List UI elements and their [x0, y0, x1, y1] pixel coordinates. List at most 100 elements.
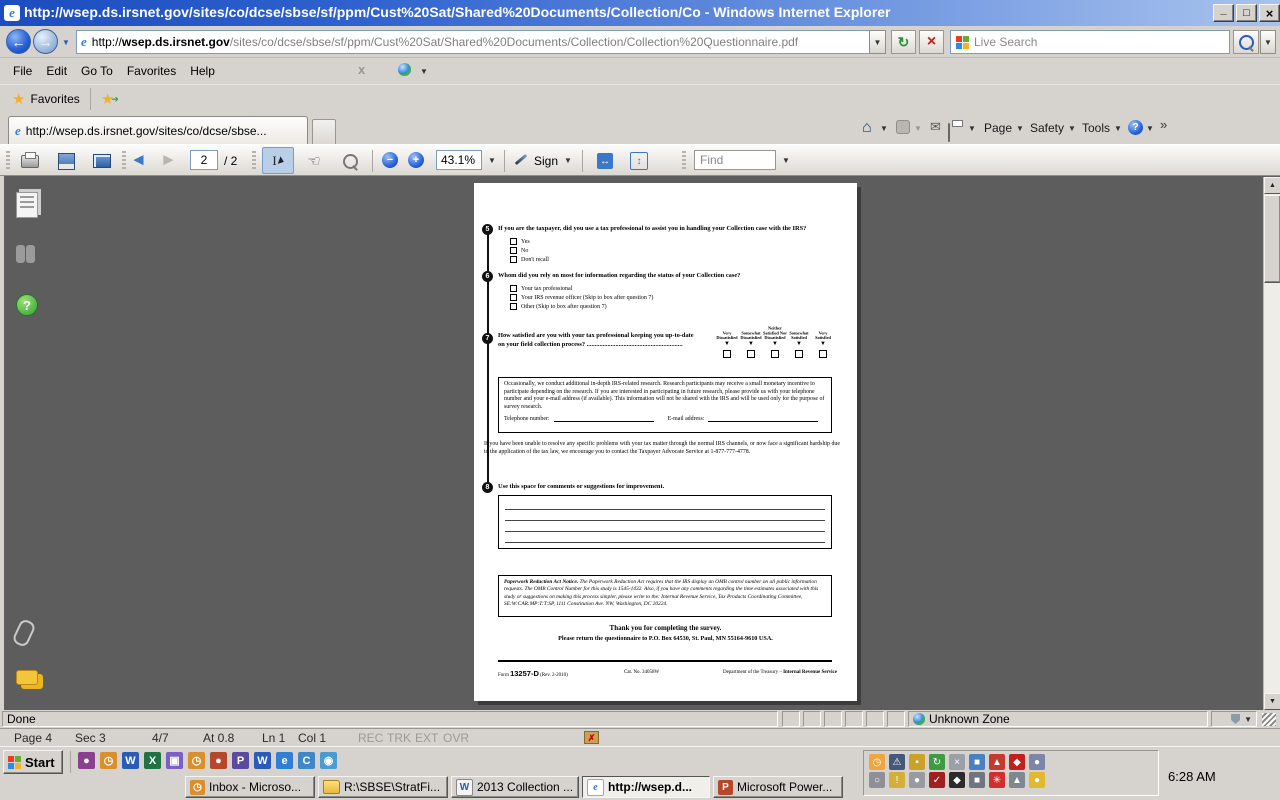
tray-snowflake-icon[interactable]: ✳ — [989, 772, 1005, 788]
tray-lock-icon[interactable]: ▪ — [909, 754, 925, 770]
page-menu-dropdown[interactable]: ▼ — [1016, 124, 1024, 133]
minimize-button[interactable]: _ — [1213, 4, 1234, 22]
tray-alert-icon[interactable]: ▲ — [989, 754, 1005, 770]
tray-volume-icon[interactable]: ○ — [869, 772, 885, 788]
tray-badge-icon[interactable]: ● — [1029, 772, 1045, 788]
new-tab-button[interactable] — [312, 119, 336, 144]
menu-file[interactable]: File — [6, 61, 39, 81]
previous-page-button[interactable]: ◄ — [130, 150, 147, 170]
menu-favorites[interactable]: Favorites — [120, 61, 183, 81]
stop-button[interactable]: × — [919, 30, 944, 54]
task-button-word[interactable]: W 2013 Collection ... — [451, 776, 579, 798]
ql-ie-icon[interactable]: e — [276, 752, 293, 769]
adobe-pdf-dropdown[interactable]: ▼ — [420, 67, 428, 76]
ql-communicator-icon[interactable]: ● — [78, 752, 95, 769]
task-button-folder[interactable]: R:\SBSE\StratFi... — [318, 776, 448, 798]
tab-current[interactable]: e http://wsep.ds.irsnet.gov/sites/co/dcs… — [8, 116, 308, 144]
ql-outlook-express-icon[interactable]: C — [298, 752, 315, 769]
tray-satellite-icon[interactable]: ▲ — [1009, 772, 1025, 788]
protected-mode-pane[interactable]: ▼ — [1211, 711, 1257, 727]
menu-help[interactable]: Help — [183, 61, 222, 81]
refresh-button[interactable]: ↻ — [891, 30, 916, 54]
safety-menu-dropdown[interactable]: ▼ — [1068, 124, 1076, 133]
task-button-inbox[interactable]: ◷ Inbox - Microso... — [185, 776, 315, 798]
scrollbar-thumb[interactable] — [1264, 195, 1280, 283]
ql-msn-icon[interactable]: ◉ — [320, 752, 337, 769]
safety-menu-button[interactable]: Safety — [1030, 121, 1064, 135]
feeds-dropdown[interactable]: ▼ — [914, 124, 922, 133]
sign-button[interactable]: Sign — [534, 154, 558, 168]
zoom-dropdown[interactable]: ▼ — [488, 156, 496, 165]
task-button-powerpoint[interactable]: P Microsoft Power... — [713, 776, 843, 798]
menu-edit[interactable]: Edit — [39, 61, 74, 81]
reader-help-icon[interactable]: ? — [16, 294, 38, 316]
resize-grip[interactable] — [1262, 713, 1276, 726]
tray-sync-icon[interactable]: ↻ — [929, 754, 945, 770]
adobe-pdf-toolbar-icon[interactable] — [398, 63, 411, 76]
bookmarks-binoculars-icon[interactable] — [16, 245, 36, 268]
tray-display-icon[interactable]: ■ — [969, 772, 985, 788]
sign-dropdown[interactable]: ▼ — [564, 156, 572, 165]
address-dropdown-button[interactable]: ▼ — [869, 30, 886, 54]
read-mail-icon[interactable]: ✉ — [930, 119, 941, 135]
ql-word-icon[interactable]: W — [122, 752, 139, 769]
ql-publisher-icon[interactable]: P — [232, 752, 249, 769]
tray-flame-icon[interactable]: ◆ — [1009, 754, 1025, 770]
tools-menu-dropdown[interactable]: ▼ — [1114, 124, 1122, 133]
search-options-dropdown[interactable]: ▼ — [1260, 30, 1276, 54]
attachments-paperclip-icon[interactable] — [11, 617, 37, 649]
print-icon[interactable] — [948, 123, 950, 142]
fit-page-button[interactable]: ↕ — [626, 148, 652, 174]
zoom-in-button[interactable]: + — [408, 152, 424, 168]
menu-goto[interactable]: Go To — [74, 61, 120, 81]
back-button[interactable]: ← — [6, 29, 31, 54]
pdf-print-button[interactable] — [16, 148, 44, 174]
tray-mouse-icon[interactable]: ● — [909, 772, 925, 788]
marquee-zoom-button[interactable] — [336, 148, 364, 174]
print-dropdown[interactable]: ▼ — [968, 124, 976, 133]
page-thumbnails-icon[interactable] — [16, 192, 38, 218]
ql-calendar-icon[interactable]: ◷ — [188, 752, 205, 769]
tray-monitor-alert-icon[interactable]: ⚠ — [889, 754, 905, 770]
ql-outlook-icon[interactable]: ◷ — [100, 752, 117, 769]
next-page-button[interactable]: ► — [160, 150, 177, 170]
tray-launcher-icon[interactable]: ● — [1029, 754, 1045, 770]
task-button-ie-active[interactable]: e http://wsep.d... — [582, 776, 710, 798]
fit-width-button[interactable]: ↔ — [592, 148, 618, 174]
favorites-button[interactable]: Favorites — [30, 92, 79, 106]
ql-powerpoint-icon[interactable]: ● — [210, 752, 227, 769]
start-button[interactable]: Start — [3, 750, 63, 774]
hand-tool-button[interactable]: ☜ — [300, 148, 328, 174]
help-dropdown[interactable]: ▼ — [1146, 124, 1154, 133]
scroll-up-button[interactable]: ▲ — [1264, 177, 1280, 194]
home-dropdown[interactable]: ▼ — [880, 124, 888, 133]
select-tool-button[interactable]: I — [262, 147, 294, 174]
tools-menu-button[interactable]: Tools — [1082, 121, 1110, 135]
find-input[interactable]: Find — [694, 150, 776, 170]
ql-excel-icon[interactable]: X — [144, 752, 161, 769]
feeds-icon[interactable] — [896, 120, 910, 134]
tray-pc-error-icon[interactable]: × — [949, 754, 965, 770]
page-menu-button[interactable]: Page — [984, 121, 1012, 135]
scroll-down-button[interactable]: ▼ — [1264, 693, 1280, 710]
zoom-level-input[interactable]: 43.1% — [436, 150, 482, 170]
maximize-button[interactable]: □ — [1236, 4, 1257, 22]
tray-clock-icon[interactable]: ◷ — [869, 754, 885, 770]
tray-dual-monitor-icon[interactable]: ■ — [969, 754, 985, 770]
zoom-out-button[interactable]: − — [382, 152, 398, 168]
find-dropdown[interactable]: ▼ — [782, 156, 790, 165]
recent-pages-dropdown[interactable]: ▼ — [62, 38, 70, 47]
ql-word2-icon[interactable]: W — [254, 752, 271, 769]
vertical-scrollbar[interactable]: ▲ ▼ — [1263, 177, 1280, 710]
comments-bubble-icon[interactable] — [16, 670, 38, 685]
forward-button[interactable]: → — [33, 29, 58, 54]
search-box[interactable]: Live Search — [950, 30, 1230, 54]
home-icon[interactable]: ⌂ — [862, 119, 872, 137]
tray-antivirus-icon[interactable]: ✓ — [929, 772, 945, 788]
close-button[interactable]: × — [1259, 4, 1280, 22]
search-button[interactable] — [1233, 30, 1259, 54]
tray-key-icon[interactable]: ! — [889, 772, 905, 788]
ql-remote-icon[interactable]: ▣ — [166, 752, 183, 769]
more-commands-chevron[interactable]: » — [1160, 117, 1167, 132]
tray-gold-icon[interactable]: ◆ — [949, 772, 965, 788]
